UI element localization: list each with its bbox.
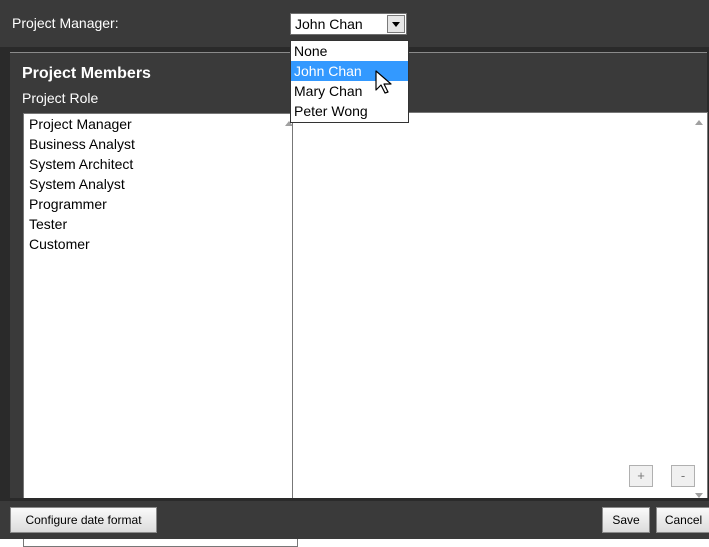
project-manager-select-value: John Chan	[295, 16, 363, 32]
scroll-up-icon[interactable]	[695, 120, 703, 125]
member-list-scrollbar[interactable]	[691, 113, 707, 505]
project-manager-label: Project Manager:	[12, 15, 119, 31]
project-manager-select[interactable]: John Chan	[290, 13, 407, 35]
role-item-tester[interactable]: Tester	[24, 214, 297, 234]
save-button[interactable]: Save	[602, 507, 650, 533]
add-member-button[interactable]: +	[629, 465, 653, 487]
configure-date-format-button[interactable]: Configure date format	[10, 507, 157, 533]
footer-bar: Configure date format Save Cancel	[0, 501, 709, 539]
dropdown-option-peter-wong[interactable]: Peter Wong	[291, 101, 408, 121]
project-member-list[interactable]	[292, 112, 708, 506]
separator	[0, 52, 10, 501]
role-item-programmer[interactable]: Programmer	[24, 194, 297, 214]
mouse-pointer-icon	[375, 70, 392, 94]
project-members-title: Project Members	[22, 65, 151, 82]
role-item-system-analyst[interactable]: System Analyst	[24, 174, 297, 194]
role-item-customer[interactable]: Customer	[24, 234, 297, 254]
project-role-label: Project Role	[22, 90, 99, 106]
role-item-system-architect[interactable]: System Architect	[24, 154, 297, 174]
cancel-button[interactable]: Cancel	[656, 507, 709, 533]
role-item-project-manager[interactable]: Project Manager	[24, 114, 297, 134]
chevron-down-icon[interactable]	[387, 15, 405, 33]
project-role-list[interactable]: Project Manager Business Analyst System …	[23, 113, 298, 547]
dropdown-option-none[interactable]: None	[291, 41, 408, 61]
role-item-business-analyst[interactable]: Business Analyst	[24, 134, 297, 154]
remove-member-button[interactable]: -	[671, 465, 695, 487]
